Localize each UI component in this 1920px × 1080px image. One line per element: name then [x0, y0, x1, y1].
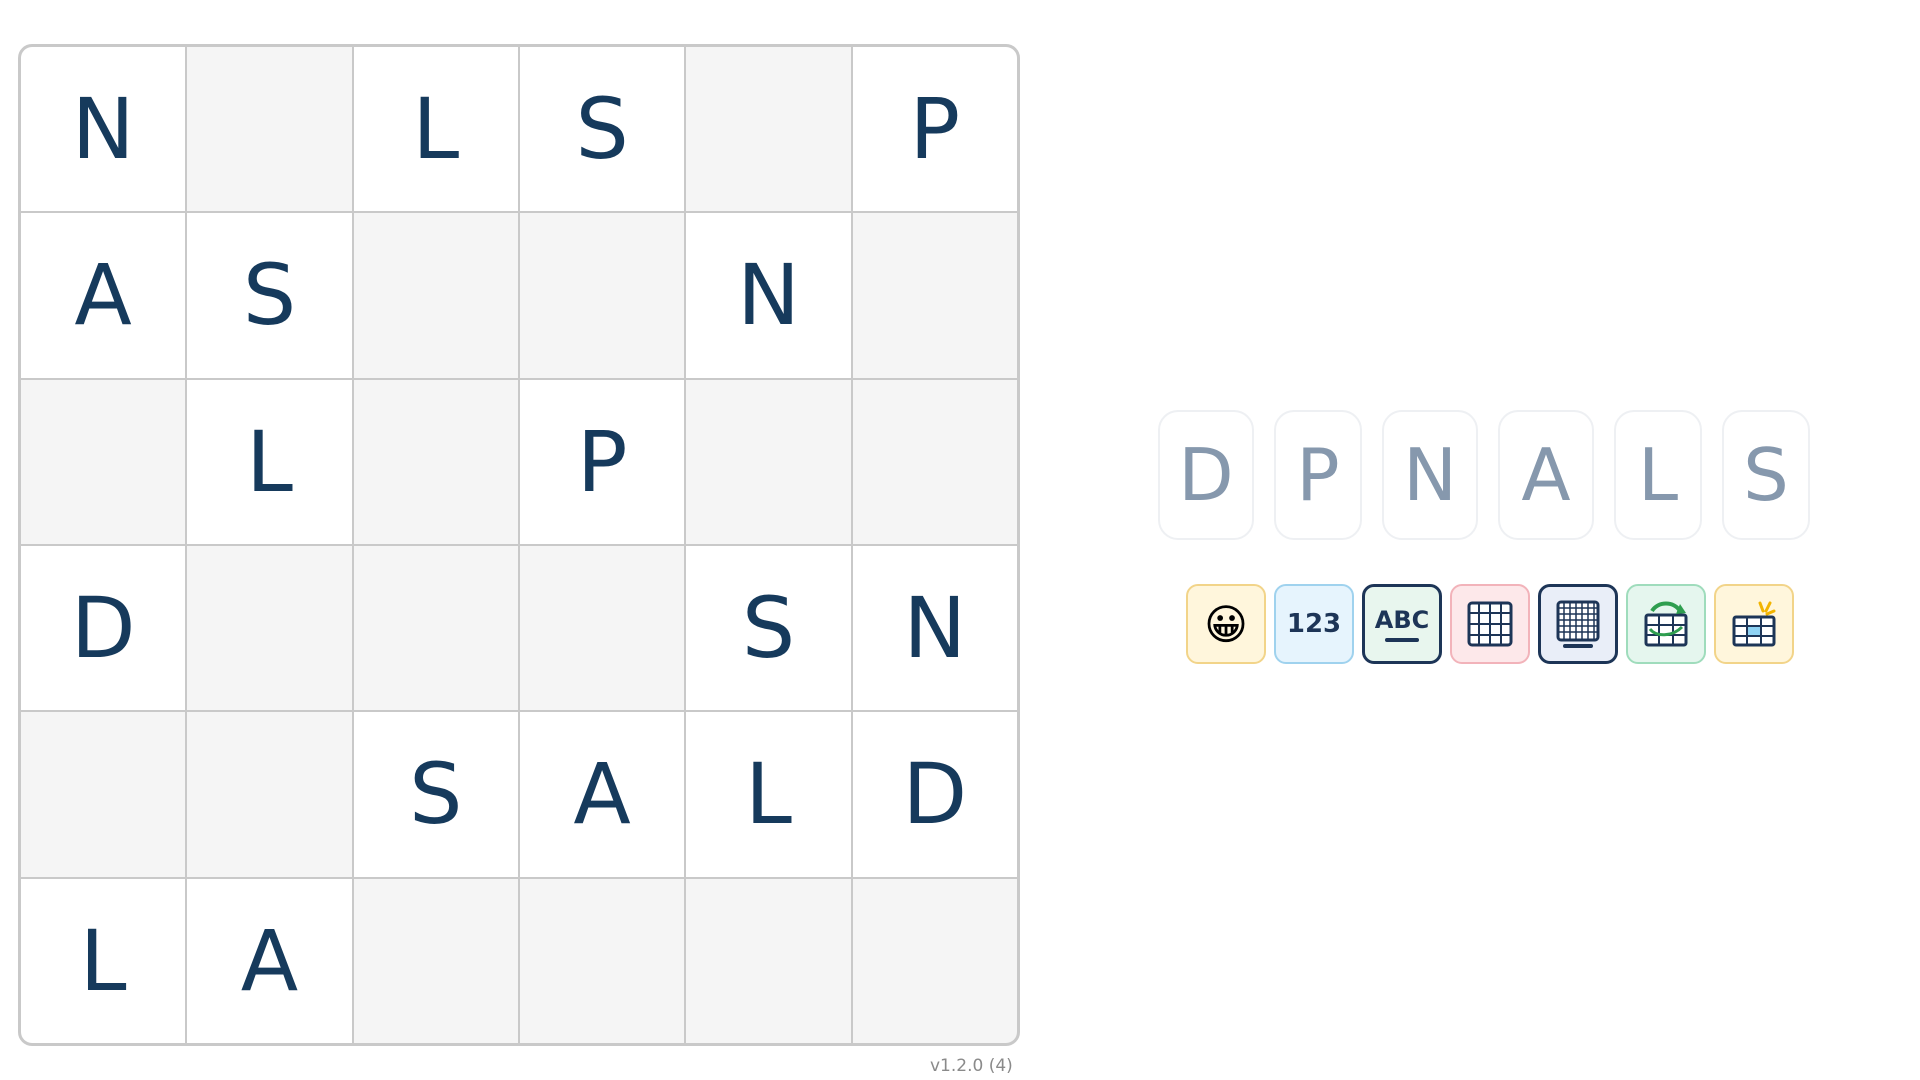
grid-cell-r5-c5[interactable]: L: [686, 712, 851, 877]
letter-palette: D P N A L S: [1158, 410, 1810, 540]
grid-cell-r5-c3[interactable]: S: [353, 712, 518, 877]
grid-cell-r6-c1[interactable]: L: [21, 878, 186, 1043]
grid-cell-r4-c1[interactable]: D: [21, 545, 186, 711]
grid-cell-r3-c1[interactable]: [21, 379, 186, 544]
grid-cell-r2-c5[interactable]: N: [686, 213, 851, 378]
emoji-mode-button[interactable]: 😀: [1186, 584, 1266, 664]
grid-cell-r5-c4[interactable]: A: [519, 712, 685, 877]
grid-cell-r5-c6[interactable]: D: [852, 712, 1017, 877]
highlight-cell-button[interactable]: [1714, 584, 1794, 664]
highlight-cell-icon: [1732, 601, 1776, 647]
grid-cell-r4-c2[interactable]: [187, 545, 352, 711]
grid-cell-r1-c4[interactable]: S: [519, 47, 685, 212]
grid-cell-r6-c3[interactable]: [353, 878, 518, 1043]
letters-mode-button[interactable]: ABC: [1362, 584, 1442, 664]
grid-cell-r2-c3[interactable]: [353, 213, 518, 378]
version-label: v1.2.0 (4): [930, 1056, 1013, 1076]
grid-cell-r4-c5[interactable]: S: [686, 545, 851, 711]
grid-cell-r1-c5[interactable]: [686, 47, 851, 212]
grid-cell-r3-c2[interactable]: L: [187, 379, 352, 544]
grid-cell-r6-c5[interactable]: [686, 878, 851, 1043]
grid-cell-r6-c4[interactable]: [519, 878, 685, 1043]
grid-cell-r4-c6[interactable]: N: [852, 545, 1017, 711]
grid-cell-r2-c2[interactable]: S: [187, 213, 352, 378]
grid-cell-r1-c1[interactable]: N: [21, 47, 186, 212]
grid-cell-r2-c6[interactable]: [852, 213, 1017, 378]
letter-key-l[interactable]: L: [1614, 410, 1702, 540]
numbers-mode-icon: 123: [1286, 609, 1342, 639]
emoji-icon: 😀: [1204, 599, 1248, 649]
grid-cell-r2-c4[interactable]: [519, 213, 685, 378]
selected-underline: [1563, 644, 1593, 648]
grid-cell-r4-c4[interactable]: [519, 545, 685, 711]
small-grid-button[interactable]: [1450, 584, 1530, 664]
grid-cell-r5-c2[interactable]: [187, 712, 352, 877]
letter-key-a[interactable]: A: [1498, 410, 1594, 540]
toolbar: 😀 123 ABC: [1186, 584, 1794, 664]
small-grid-icon: [1467, 601, 1513, 647]
grid-cell-r1-c2[interactable]: [187, 47, 352, 212]
letter-key-d[interactable]: D: [1158, 410, 1254, 540]
grid-cell-r6-c6[interactable]: [852, 878, 1017, 1043]
grid-cell-r3-c5[interactable]: [686, 379, 851, 544]
letters-mode-icon: ABC: [1374, 606, 1430, 634]
puzzle-board: NLSPASNLPDSNSALDLA: [18, 44, 1020, 1046]
selected-underline: [1385, 638, 1419, 642]
grid-cell-r3-c4[interactable]: P: [519, 379, 685, 544]
large-grid-icon: [1556, 600, 1600, 642]
letter-key-p[interactable]: P: [1274, 410, 1362, 540]
grid-cell-r4-c3[interactable]: [353, 545, 518, 711]
rotate-grid-icon: [1644, 601, 1688, 647]
large-grid-button[interactable]: [1538, 584, 1618, 664]
rotate-grid-button[interactable]: [1626, 584, 1706, 664]
letter-key-n[interactable]: N: [1382, 410, 1478, 540]
grid-cell-r5-c1[interactable]: [21, 712, 186, 877]
grid-cell-r3-c3[interactable]: [353, 379, 518, 544]
letter-key-s[interactable]: S: [1722, 410, 1810, 540]
grid-cell-r1-c6[interactable]: P: [852, 47, 1017, 212]
grid-cell-r2-c1[interactable]: A: [21, 213, 186, 378]
numbers-mode-button[interactable]: 123: [1274, 584, 1354, 664]
grid-cell-r1-c3[interactable]: L: [353, 47, 518, 212]
grid-cell-r3-c6[interactable]: [852, 379, 1017, 544]
grid-cell-r6-c2[interactable]: A: [187, 878, 352, 1043]
